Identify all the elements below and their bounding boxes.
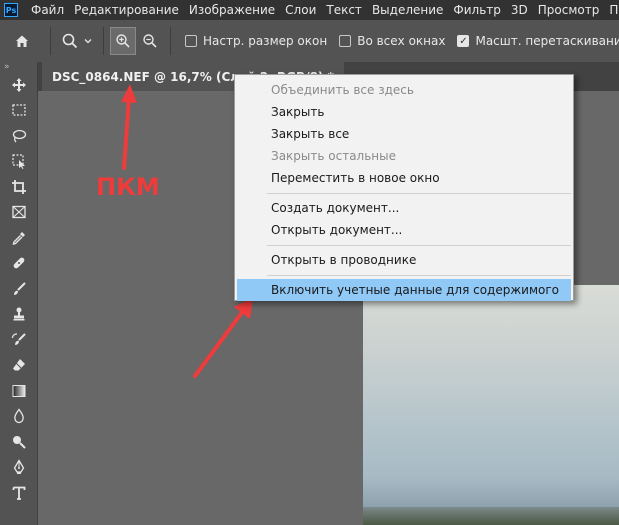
menu-item-consolidate-all: Объединить все здесь: [271, 83, 414, 97]
menu-item-close-others: Закрыть остальные: [271, 149, 396, 163]
arrow-to-tab: [121, 84, 137, 170]
menu-item-close-all[interactable]: Закрыть все: [237, 123, 571, 145]
menu-item-new-document[interactable]: Создать документ...: [237, 197, 571, 219]
annotation-label: ПКМ: [96, 173, 160, 201]
menu-separator: [267, 193, 571, 194]
menu-item-open-document[interactable]: Открыть документ...: [237, 219, 571, 241]
menu-separator: [267, 275, 571, 276]
menu-item-enable-content-credentials[interactable]: Включить учетные данные для содержимого: [237, 279, 571, 301]
menu-item-move-to-new-window[interactable]: Переместить в новое окно: [237, 167, 571, 189]
menu-separator: [267, 245, 571, 246]
menu-item-reveal-in-explorer[interactable]: Открыть в проводнике: [237, 249, 571, 271]
tab-context-menu: Объединить все здесь Закрыть Закрыть все…: [234, 74, 574, 301]
menu-item-close[interactable]: Закрыть: [237, 101, 571, 123]
arrow-to-menu-item: [193, 297, 253, 378]
